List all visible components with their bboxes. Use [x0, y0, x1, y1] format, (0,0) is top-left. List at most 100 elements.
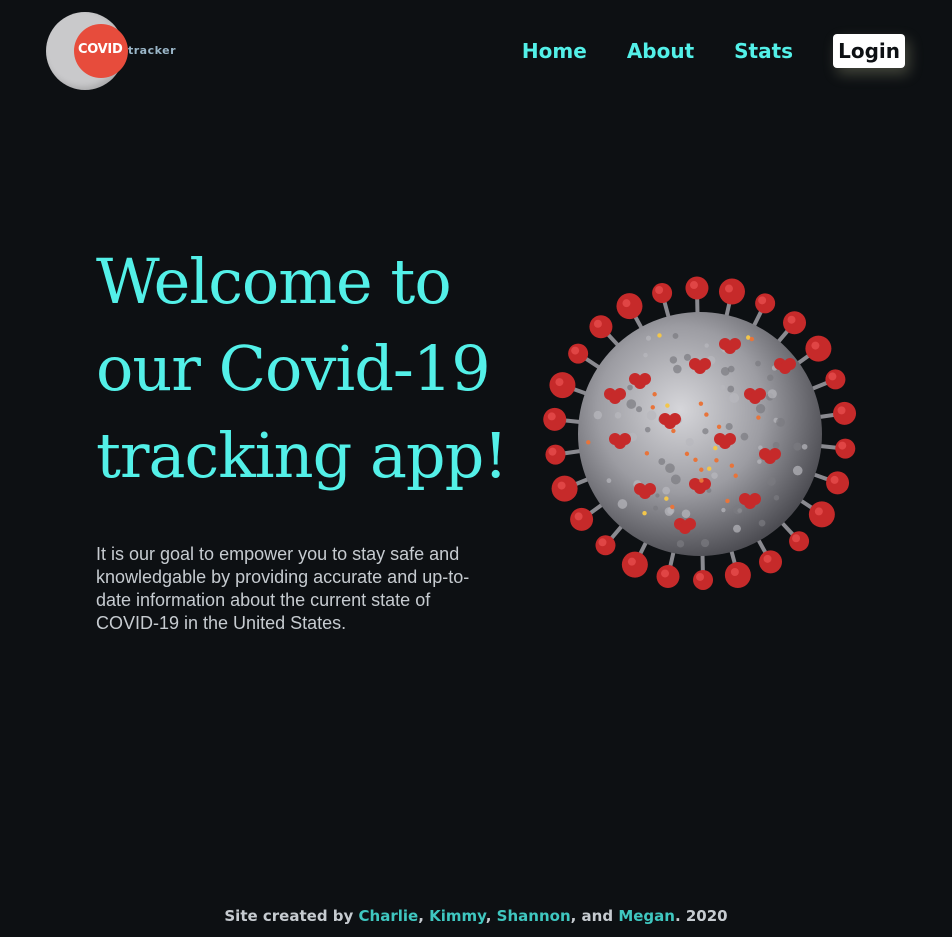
spike-highlight — [598, 538, 606, 546]
spike-protein — [652, 283, 672, 303]
spike-protein — [616, 293, 642, 319]
surface-spike — [724, 433, 736, 445]
surface-spike — [749, 493, 761, 505]
spike-highlight — [788, 316, 796, 324]
surface-grain — [702, 428, 708, 434]
surface-grain — [684, 354, 691, 361]
logo-wordmark-tracker: tracker — [128, 44, 176, 57]
surface-grain — [658, 458, 665, 465]
surface-grain — [755, 361, 761, 367]
surface-grain — [626, 399, 636, 409]
spike-protein — [789, 531, 809, 551]
surface-grain — [673, 365, 682, 374]
envelope-protein-dot — [725, 499, 729, 503]
surface-grain — [720, 385, 725, 390]
envelope-protein-dot — [699, 468, 703, 472]
envelope-protein-dot — [693, 458, 697, 462]
surface-grain — [759, 520, 766, 527]
envelope-protein-dot — [714, 458, 718, 462]
spike-protein — [755, 293, 775, 313]
envelope-protein-dot — [685, 452, 689, 456]
surface-grain — [767, 374, 773, 380]
envelope-protein-dot — [750, 337, 754, 341]
logo[interactable]: COVID tracker — [46, 12, 196, 92]
envelope-protein-dot — [699, 478, 703, 482]
surface-grain — [655, 493, 659, 497]
author-link-megan[interactable]: Megan — [618, 907, 675, 925]
surface-grain — [677, 540, 684, 547]
nav-stats-link[interactable]: Stats — [734, 34, 793, 68]
surface-grain — [670, 356, 677, 363]
surface-spike — [729, 338, 741, 350]
surface-grain — [653, 506, 658, 511]
surface-grain — [673, 333, 679, 339]
nav-home-link[interactable]: Home — [522, 34, 587, 68]
envelope-protein-dot — [699, 401, 703, 405]
surface-grain — [756, 404, 765, 413]
surface-spike — [754, 388, 766, 400]
envelope-protein-dot — [586, 440, 590, 444]
spike-highlight — [725, 285, 733, 293]
surface-grain — [776, 418, 785, 427]
spike-protein — [825, 369, 845, 389]
surface-grain — [607, 478, 612, 483]
spike-protein — [543, 408, 566, 431]
spike-protein — [570, 508, 593, 531]
spike-highlight — [690, 281, 698, 289]
surface-grain — [627, 385, 633, 391]
envelope-protein-dot — [657, 333, 661, 337]
surface-grain — [757, 459, 762, 464]
spike-highlight — [828, 372, 836, 380]
author-link-charlie[interactable]: Charlie — [359, 907, 419, 925]
surface-grain — [721, 508, 725, 512]
spike-highlight — [838, 442, 846, 450]
spike-protein — [719, 279, 745, 305]
surface-grain — [671, 475, 681, 485]
surface-grain — [793, 466, 803, 476]
login-button[interactable]: Login — [833, 34, 905, 68]
nav-about-link[interactable]: About — [627, 34, 694, 68]
spike-highlight — [815, 507, 823, 515]
spike-highlight — [655, 286, 663, 294]
spike-protein — [725, 562, 751, 588]
envelope-protein-dot — [756, 415, 760, 419]
surface-grain — [705, 343, 709, 347]
footer: Site created by Charlie, Kimmy, Shannon,… — [0, 907, 952, 925]
spike-highlight — [811, 342, 819, 350]
surface-grain — [728, 366, 735, 373]
footer-separator: , — [486, 907, 497, 925]
spike-highlight — [548, 448, 556, 456]
footer-separator: , — [418, 907, 429, 925]
spike-highlight — [831, 476, 839, 484]
envelope-protein-dot — [642, 511, 646, 515]
hero-description: It is our goal to empower you to stay sa… — [96, 543, 496, 635]
envelope-protein-dot — [713, 446, 717, 450]
surface-spike — [684, 518, 696, 530]
author-link-kimmy[interactable]: Kimmy — [429, 907, 486, 925]
spike-protein — [693, 570, 713, 590]
spike-protein — [809, 501, 835, 527]
spike-protein — [545, 445, 565, 465]
coronavirus-illustration — [538, 272, 863, 597]
spike-highlight — [628, 558, 636, 566]
spike-protein — [833, 402, 856, 425]
surface-grain — [802, 444, 808, 450]
spike-highlight — [558, 482, 566, 490]
surface-grain — [643, 353, 648, 358]
envelope-protein-dot — [671, 429, 675, 433]
spike-protein — [685, 277, 708, 300]
surface-grain — [686, 438, 694, 446]
spike-protein — [657, 565, 680, 588]
spike-protein — [759, 550, 782, 573]
author-link-shannon[interactable]: Shannon — [497, 907, 571, 925]
envelope-protein-dot — [704, 412, 708, 416]
envelope-protein-dot — [733, 474, 737, 478]
spike-highlight — [696, 573, 704, 581]
surface-spike — [699, 358, 711, 370]
spike-highlight — [548, 412, 556, 420]
surface-grain — [682, 509, 691, 518]
envelope-protein-dot — [730, 464, 734, 468]
spike-protein — [805, 336, 831, 362]
surface-grain — [615, 412, 622, 419]
surface-grain — [665, 463, 675, 473]
